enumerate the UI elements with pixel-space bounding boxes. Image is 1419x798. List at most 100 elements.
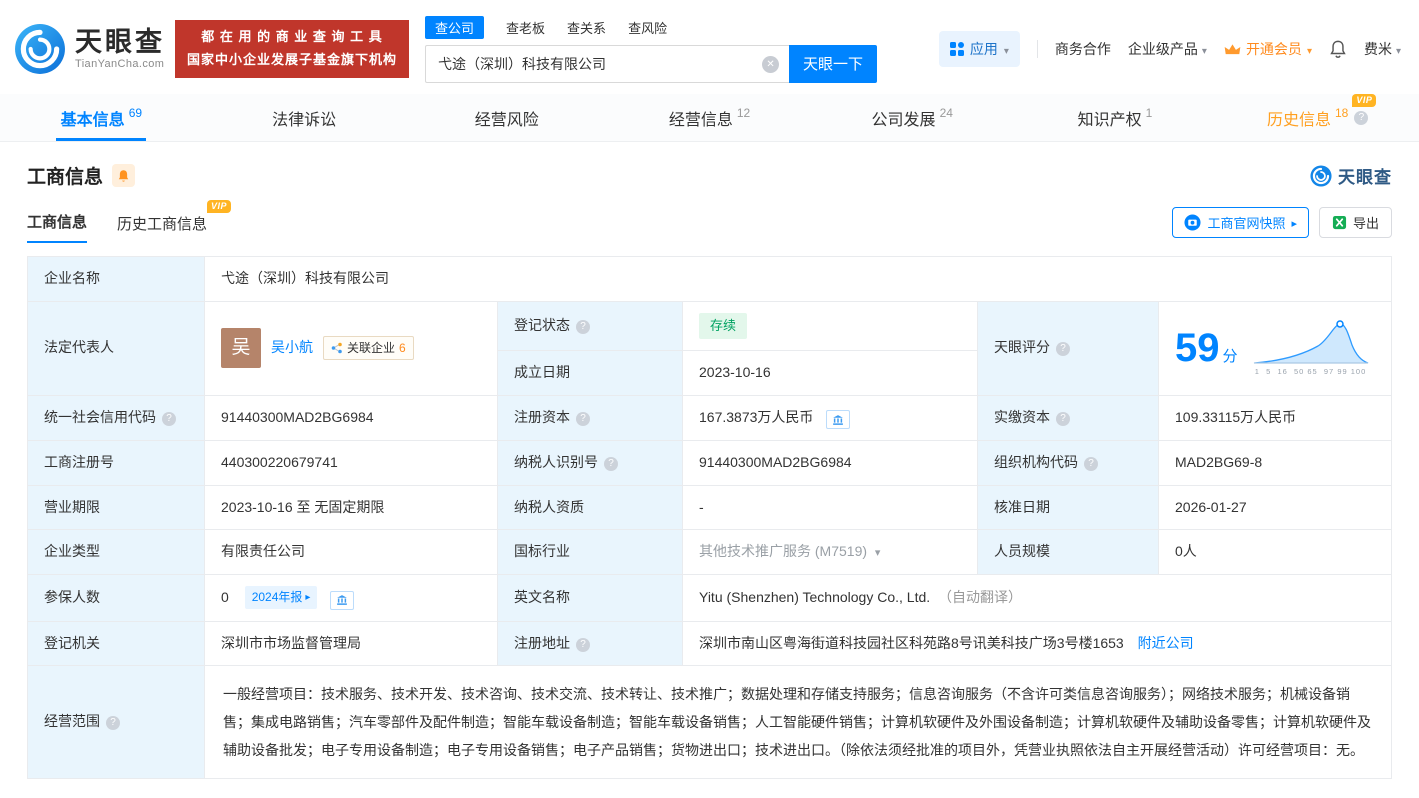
related-companies-chip[interactable]: 关联企业 6: [323, 335, 414, 361]
help-icon[interactable]: [576, 319, 590, 334]
open-vip-menu[interactable]: 开通会员: [1224, 39, 1312, 59]
subtab-business-info[interactable]: 工商信息: [27, 211, 88, 243]
search-tab-relation[interactable]: 查关系: [567, 18, 606, 37]
search-input[interactable]: [425, 44, 790, 83]
help-icon[interactable]: [604, 457, 618, 472]
field-label-text: 成立日期: [514, 363, 570, 380]
apps-menu[interactable]: 应用: [938, 31, 1020, 67]
tianyancha-logo[interactable]: 天眼查 TianYanCha.com: [14, 23, 165, 75]
search-button[interactable]: 天眼一下: [789, 44, 878, 83]
tianyancha-watermark-logo: 天眼查: [1310, 163, 1392, 188]
tab-label: 历史信息: [1266, 111, 1331, 129]
help-icon[interactable]: [1056, 411, 1070, 426]
tab-legal-proceedings[interactable]: 法律诉讼: [203, 94, 406, 141]
search-tab-risk[interactable]: 查风险: [628, 18, 667, 37]
table-actions: 工商官网快照 导出: [1172, 207, 1392, 243]
table-row: 企业类型 有限责任公司 国标行业 其他技术推广服务 (M7519) 人员规模 0…: [27, 529, 1392, 576]
industry-value: 其他技术推广服务 (M7519): [682, 529, 978, 576]
credit-code-value: 91440300MAD2BG6984: [204, 394, 498, 442]
table-row: 参保人数 0 2024年报 英文名称 Yitu (Shenzhen) Techn…: [27, 574, 1392, 622]
field-label-text: 纳税人识别号: [514, 454, 598, 471]
bank-icon-chip[interactable]: [330, 590, 355, 610]
tianyancha-logo-icon: [14, 23, 66, 75]
credit-code-label: 统一社会信用代码: [27, 394, 205, 442]
help-icon[interactable]: [576, 637, 590, 652]
notification-bell-icon[interactable]: [1329, 39, 1347, 59]
help-icon[interactable]: [1084, 457, 1098, 472]
english-name-value: Yitu (Shenzhen) Technology Co., Ltd. （自动…: [682, 574, 1392, 622]
insured-count-label: 参保人数: [27, 574, 205, 622]
export-button[interactable]: 导出: [1318, 207, 1392, 238]
official-snapshot-button[interactable]: 工商官网快照: [1172, 207, 1309, 238]
business-cooperation-link[interactable]: 商务合作: [1055, 39, 1111, 59]
field-label-text: 企业名称: [44, 270, 100, 286]
enterprise-products-menu[interactable]: 企业级产品: [1128, 39, 1207, 59]
user-menu[interactable]: 费米: [1364, 39, 1401, 59]
snapshot-label: 工商官网快照: [1207, 216, 1286, 231]
search-tabs: 查公司 查老板 查关系 查风险: [425, 15, 877, 39]
tab-intellectual-property[interactable]: 知识产权 1: [1014, 94, 1217, 141]
bank-icon-chip[interactable]: [826, 410, 851, 430]
help-icon[interactable]: [162, 411, 176, 426]
subtab-history-business-info[interactable]: VIP 历史工商信息: [117, 200, 232, 243]
help-icon[interactable]: [1056, 342, 1070, 357]
score-unit: 分: [1222, 347, 1238, 365]
field-label-text: 经营范围: [44, 713, 100, 730]
help-icon[interactable]: [1354, 110, 1369, 125]
enterprise-products-label: 企业级产品: [1127, 41, 1198, 57]
nearby-companies-link[interactable]: 附近公司: [1138, 635, 1194, 651]
crown-icon: [1224, 43, 1241, 56]
tab-label: 经营信息: [668, 111, 733, 129]
network-icon: [331, 342, 342, 354]
tab-history-info[interactable]: VIP 历史信息 18: [1216, 93, 1419, 141]
search-tab-company[interactable]: 查公司: [425, 15, 485, 39]
field-label-text: 人员规模: [994, 543, 1050, 560]
search-block: 查公司 查老板 查关系 查风险 天眼一下: [425, 15, 878, 83]
field-label-text: 纳税人资质: [514, 498, 584, 515]
field-label-text: 统一社会信用代码: [44, 408, 156, 425]
tab-company-development[interactable]: 公司发展 24: [811, 94, 1014, 141]
score-value: 59: [1175, 325, 1220, 370]
tab-basic-info[interactable]: 基本信息 69: [0, 94, 203, 141]
tab-label: 法律诉讼: [272, 111, 337, 129]
taxpayer-no-label: 纳税人识别号: [497, 440, 683, 486]
score-distribution-chart[interactable]: 1 5 16 50 65 97 99 100: [1252, 319, 1370, 378]
taxpayer-no-value: 91440300MAD2BG6984: [682, 440, 978, 486]
tab-inner: 法律诉讼: [272, 106, 336, 130]
auto-translate-note: （自动翻译）: [938, 588, 1023, 605]
score-axis-ticks: 1 5 16 50 65 97 99 100: [1254, 366, 1367, 376]
field-label-text: 登记机关: [44, 634, 100, 651]
bank-icon: [833, 414, 844, 425]
tab-inner: VIP 历史信息 18: [1266, 93, 1377, 130]
help-icon[interactable]: [576, 411, 590, 426]
search-tab-boss[interactable]: 查老板: [506, 18, 545, 37]
tab-count: 1: [1145, 105, 1153, 120]
tab-operation-risk[interactable]: 经营风险: [405, 94, 608, 141]
company-name-value: 弋途（深圳）科技有限公司: [204, 256, 1392, 302]
industry-code: (M7519): [814, 543, 868, 560]
subtab-label: 历史工商信息: [117, 216, 208, 233]
related-count: 6: [399, 340, 406, 355]
bank-icon: [337, 595, 348, 605]
tab-label: 基本信息: [60, 111, 125, 129]
annual-report-badge[interactable]: 2024年报: [244, 586, 318, 609]
field-label-text: 核准日期: [994, 498, 1050, 515]
business-term-value: 2023-10-16 至 无固定期限: [204, 484, 498, 531]
english-name-text: Yitu (Shenzhen) Technology Co., Ltd.: [699, 588, 931, 605]
table-row: 经营范围 一般经营项目：技术服务、技术开发、技术咨询、技术交流、技术转让、技术推…: [27, 665, 1392, 780]
industry-text: 其他技术推广服务: [699, 543, 811, 560]
tab-count: 12: [736, 105, 751, 120]
monitor-bell-icon[interactable]: [112, 164, 136, 187]
logo-text: 天眼查 TianYanCha.com: [75, 27, 165, 69]
legal-rep-avatar[interactable]: 吴: [221, 328, 261, 369]
tab-label: 知识产权: [1077, 111, 1142, 129]
clear-icon[interactable]: [762, 55, 780, 73]
help-icon[interactable]: [106, 716, 120, 731]
field-label-text: 参保人数: [44, 588, 100, 605]
field-label-text: 法定代表人: [44, 339, 114, 356]
chevron-down-icon[interactable]: [875, 543, 881, 559]
legal-rep-link[interactable]: 吴小航: [271, 337, 313, 359]
approve-date-value: 2026-01-27: [1158, 484, 1392, 531]
field-label-text: 实缴资本: [994, 408, 1050, 425]
tab-operation-info[interactable]: 经营信息 12: [608, 94, 811, 141]
